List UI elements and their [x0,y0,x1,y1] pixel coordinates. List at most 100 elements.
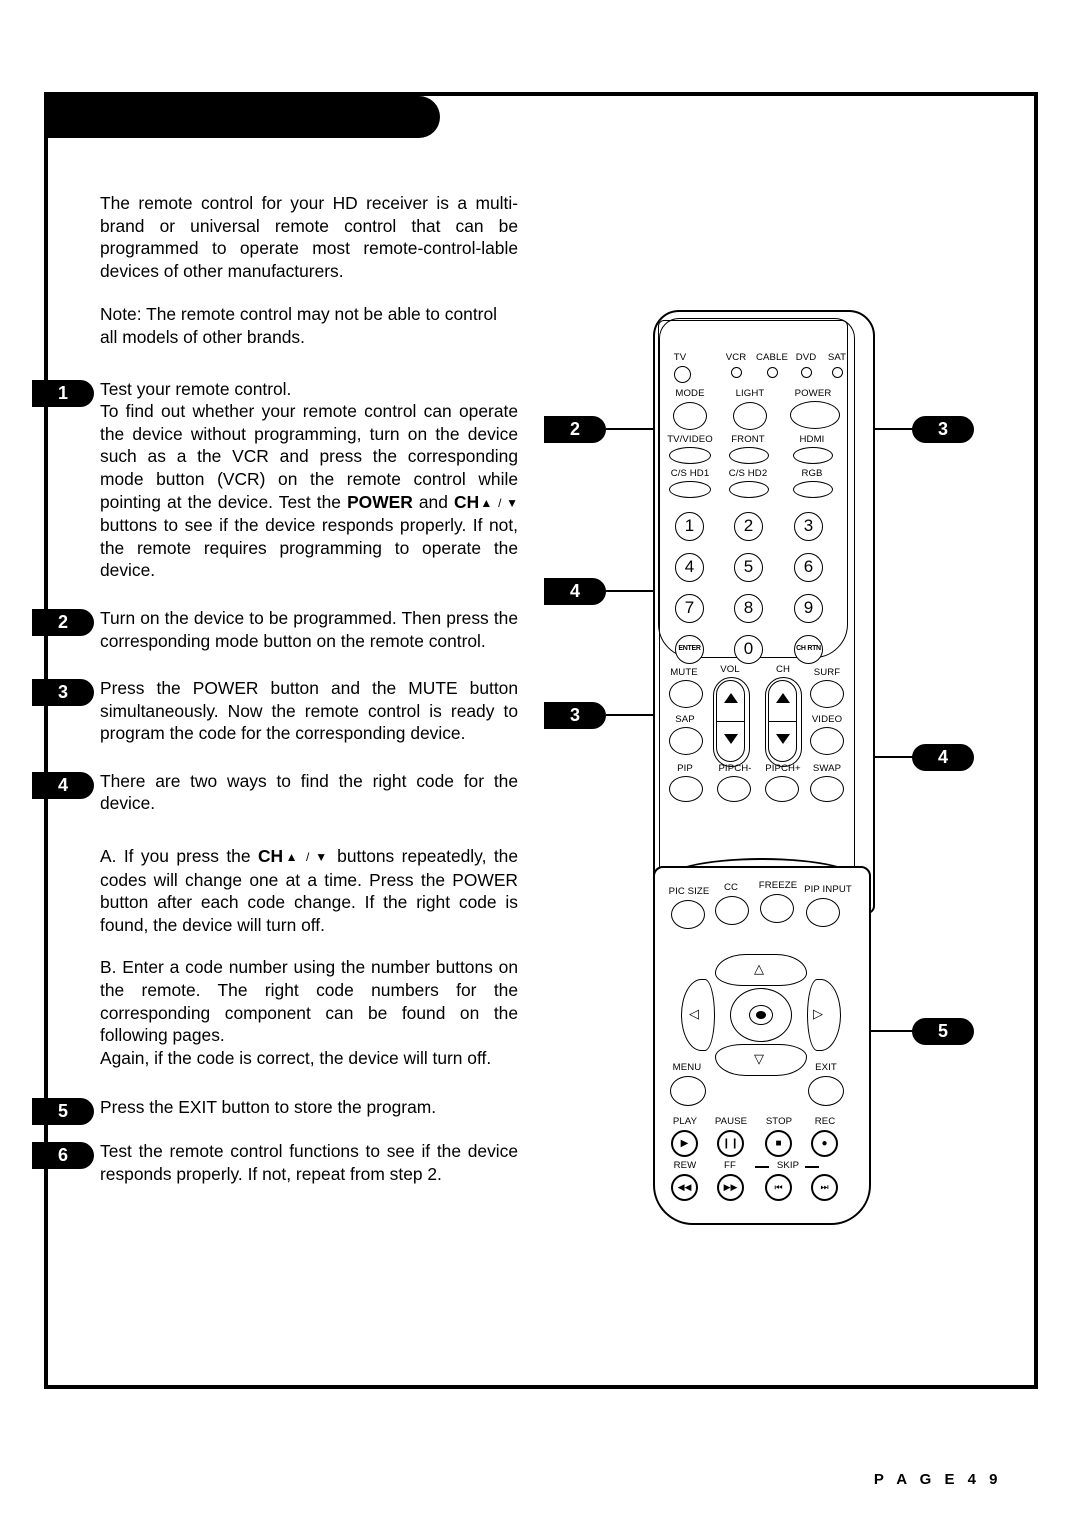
button-label-cc: CC [723,882,739,893]
pause-button[interactable]: ❙❙ [717,1130,744,1157]
led-label-cable: CABLE [756,352,788,363]
step-badge-3: 3 [32,679,94,707]
substep-b-text: B. Enter a code number using the number … [100,957,518,1046]
key-9[interactable]: 9 [794,594,823,623]
button-label-cs-hd1: C/S HD1 [670,468,710,479]
section-banner [44,96,440,138]
key-1[interactable]: 1 [675,512,704,541]
mode-button[interactable] [673,402,707,430]
rec-button[interactable]: ● [811,1130,838,1157]
button-label-tv-video: TV/VIDEO [667,434,713,445]
button-label-exit: EXIT [815,1062,837,1073]
channel-down-arrow[interactable] [776,734,790,744]
button-label-light: LIGHT [735,388,765,399]
video-button[interactable] [810,727,844,755]
button-label-skip: SKIP [776,1160,800,1171]
play-button[interactable]: ▶ [671,1130,698,1157]
key-8[interactable]: 8 [734,594,763,623]
volume-up-arrow[interactable] [724,693,738,703]
step-badge-2: 2 [32,608,94,636]
dpad-ok-dot [756,1011,766,1019]
navigation-dpad[interactable]: △ ▽ ◁ ▷ [681,954,841,1076]
button-label-ch: CH [775,664,791,675]
key-0[interactable]: 0 [734,635,763,664]
stop-button[interactable]: ■ [765,1130,792,1157]
key-enter[interactable]: ENTER [675,635,704,664]
callout-5-right: 5 [912,1018,974,1045]
sap-button[interactable] [669,727,703,755]
fast-forward-button[interactable]: ▶▶ [717,1174,744,1201]
step-3: 3 Press the POWER button and the MUTE bu… [32,677,518,745]
substep-a-prefix: A. If you press the [100,846,258,867]
pip-input-button[interactable] [806,898,840,927]
skip-back-button[interactable]: ⏮ [765,1174,792,1201]
step-1-text-c: buttons to see if the device responds pr… [100,515,518,581]
channel-up-arrow[interactable] [776,693,790,703]
step-6: 6 Test the remote control functions to s… [32,1140,518,1185]
callout-3-right: 3 [912,416,974,443]
step-badge-1: 1 [32,379,94,407]
tv-video-button[interactable] [669,447,711,464]
button-label-power: POWER [794,388,832,399]
volume-down-arrow[interactable] [724,734,738,744]
button-label-video: VIDEO [811,714,843,725]
step-2-text: Turn on the device to be programmed. The… [100,607,518,651]
step-1-headline: Test your remote control. [100,378,292,399]
step-4-text: There are two ways to find the right cod… [100,770,518,814]
light-button[interactable] [733,402,767,430]
page-number: P A G E 4 9 [873,1471,1002,1488]
swap-button[interactable] [810,776,844,802]
key-3[interactable]: 3 [794,512,823,541]
key-ch-rtn[interactable]: CH RTN [794,635,823,664]
led-label-tv: TV [673,352,687,363]
substep-a-bold-ch: CH [257,846,284,867]
step-3-text: Press the POWER button and the MUTE butt… [100,678,518,744]
key-5[interactable]: 5 [734,553,763,582]
button-label-swap: SWAP [812,763,842,774]
front-button[interactable] [729,447,769,464]
button-label-menu: MENU [672,1062,702,1073]
dpad-down-arrow-icon: ▽ [754,1051,764,1066]
step-1-bold-ch: CH [454,491,480,512]
menu-button[interactable] [670,1076,706,1106]
button-label-cs-hd2: C/S HD2 [728,468,768,479]
hdmi-button[interactable] [793,447,833,464]
step-1-text-b: and [412,491,455,512]
freeze-button[interactable] [760,894,794,923]
led-label-sat: SAT [827,352,847,363]
dpad-up-arrow-icon: △ [754,961,764,976]
led-sat [832,367,843,378]
pip-button[interactable] [669,776,703,802]
cc-button[interactable] [715,896,749,925]
key-6[interactable]: 6 [794,553,823,582]
step-1-bold-power: POWER [347,491,413,512]
key-7[interactable]: 7 [675,594,704,623]
skip-forward-button[interactable]: ⏭ [811,1174,838,1201]
step-2: 2 Turn on the device to be programmed. T… [32,607,518,652]
button-label-pic-size: PIC SIZE [668,886,710,897]
mute-button[interactable] [669,680,703,708]
pipch-minus-button[interactable] [717,776,751,802]
power-button-ring [790,401,840,429]
button-label-rew: REW [673,1160,697,1171]
surf-button[interactable] [810,680,844,708]
exit-button[interactable] [808,1076,844,1106]
led-cable [767,367,778,378]
step-badge-6: 6 [32,1142,94,1169]
key-4[interactable]: 4 [675,553,704,582]
rewind-button[interactable]: ◀◀ [671,1174,698,1201]
step-5: 5 Press the EXIT button to store the pro… [32,1096,518,1126]
key-2[interactable]: 2 [734,512,763,541]
channel-rocker-separator [769,721,796,722]
cs-hd1-button[interactable] [669,481,711,498]
pipch-plus-button[interactable] [765,776,799,802]
callout-3-left: 3 [544,702,606,729]
button-label-front: FRONT [731,434,765,445]
step-5-text: Press the EXIT button to store the progr… [100,1097,437,1118]
substep-a: A. If you press the CH▲ / ▼ buttons repe… [100,845,518,936]
rgb-button[interactable] [793,481,833,498]
step-badge-5: 5 [32,1098,94,1126]
pic-size-button[interactable] [671,900,705,929]
instruction-column: The remote control for your HD receiver … [32,192,518,1204]
cs-hd2-button[interactable] [729,481,769,498]
